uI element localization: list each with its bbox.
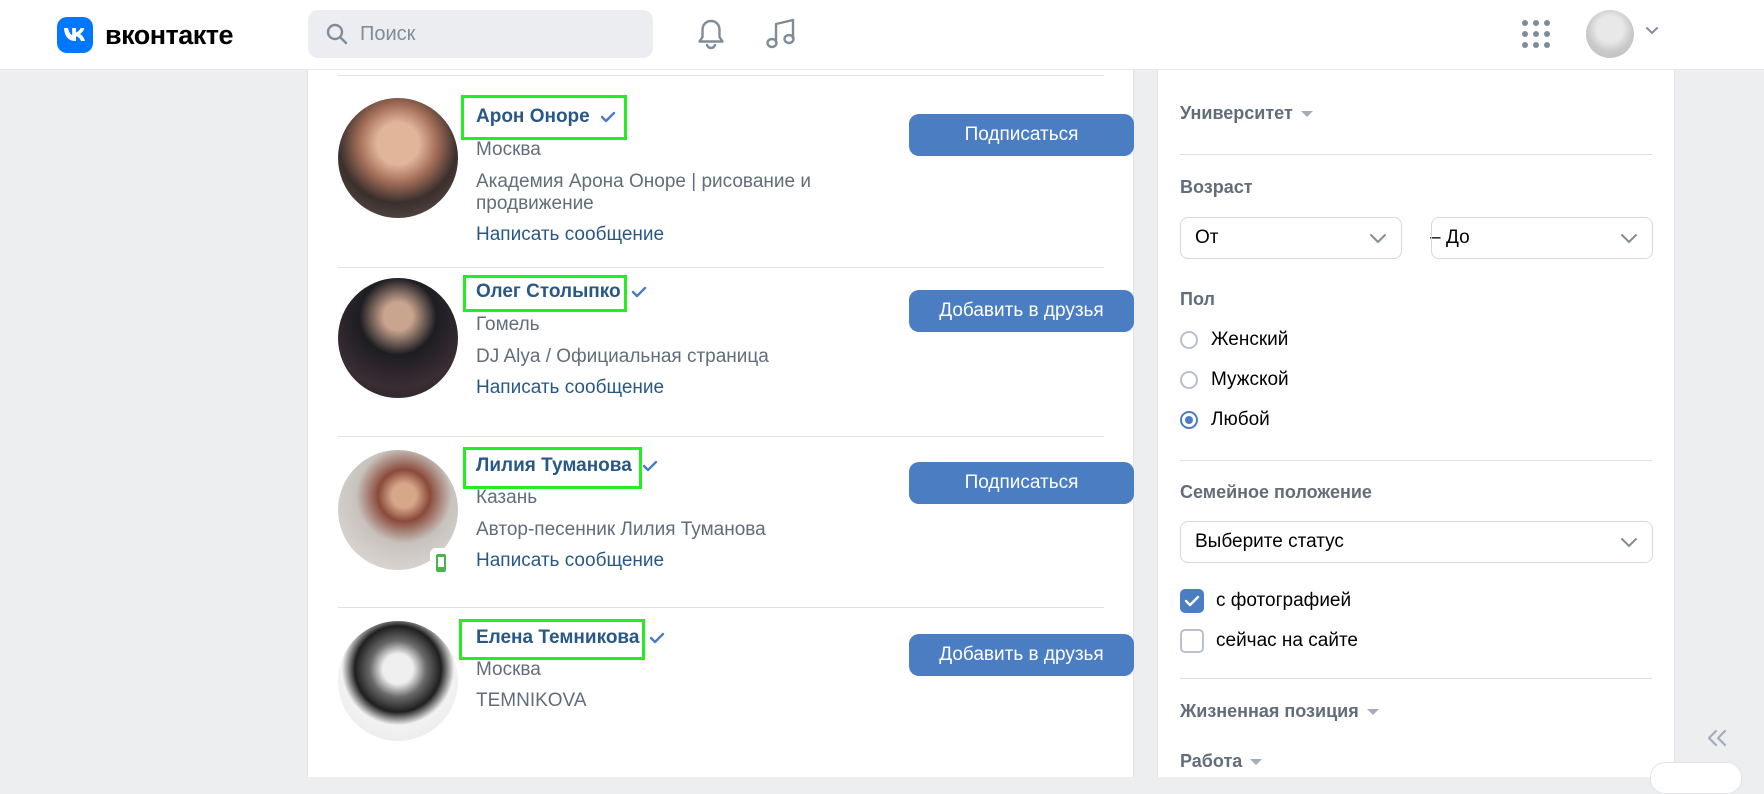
divider <box>338 436 1104 437</box>
person-name[interactable]: Елена Темникова <box>476 627 665 649</box>
age-label: Возраст <box>1180 177 1253 197</box>
family-status-select[interactable]: Выберите статус <box>1180 521 1653 563</box>
music-icon <box>766 18 795 49</box>
person-city: Казань <box>476 487 538 508</box>
user-avatar[interactable] <box>1586 10 1634 58</box>
person-name-text: Елена Темникова <box>476 627 640 648</box>
list-item: Олег Столыпко Гомель DJ Alya / Официальн… <box>338 268 1134 437</box>
avatar[interactable] <box>338 278 458 398</box>
collapse-icon[interactable] <box>1705 728 1729 748</box>
search-input[interactable] <box>358 21 642 47</box>
radio-label: Женский <box>1211 329 1289 350</box>
checkbox-checked[interactable] <box>1180 589 1204 613</box>
send-message-link[interactable]: Написать сообщение <box>476 377 664 399</box>
divider <box>1180 460 1652 461</box>
family-status-label: Семейное положение <box>1180 482 1372 502</box>
subscribe-button[interactable]: Подписаться <box>909 114 1134 156</box>
chevron-down-icon <box>1370 234 1386 244</box>
search-box[interactable] <box>308 10 653 58</box>
sex-option-male[interactable]: Мужской <box>1180 369 1289 391</box>
person-description: TEMNIKOVA <box>476 690 587 711</box>
checkbox-label: с фотографией <box>1216 590 1352 611</box>
person-description: Автор-песенник Лилия Туманова <box>476 519 766 540</box>
sex-option-female[interactable]: Женский <box>1180 329 1288 351</box>
university-filter[interactable]: Университет <box>1180 103 1313 124</box>
people-list: Арон Оноре Москва Академия Арона Оноре |… <box>307 70 1134 777</box>
add-friend-button[interactable]: Добавить в друзья <box>909 290 1134 332</box>
verified-icon <box>631 286 646 298</box>
avatar[interactable] <box>338 98 458 218</box>
sex-label: Пол <box>1180 289 1215 309</box>
chevron-down-icon <box>1621 538 1637 548</box>
check-icon <box>1184 595 1200 607</box>
list-item: Елена Темникова Москва TEMNIKOVA Добавит… <box>338 609 1134 779</box>
chevron-down-icon[interactable] <box>1644 24 1660 36</box>
list-item: Лилия Туманова Казань Автор-песенник Лил… <box>338 438 1134 608</box>
chevron-down-icon <box>1621 234 1637 244</box>
logo-text: вконтакте <box>105 19 234 50</box>
verified-icon <box>650 632 665 644</box>
music-button[interactable] <box>761 14 801 54</box>
verified-icon <box>600 111 615 123</box>
add-friend-button[interactable]: Добавить в друзья <box>909 634 1134 676</box>
vk-logo[interactable]: вконтакте <box>57 17 234 53</box>
radio-button[interactable] <box>1180 331 1198 349</box>
age-to-value: До <box>1446 227 1470 248</box>
age-to-select[interactable]: До <box>1431 217 1653 259</box>
apps-grid-icon <box>1522 20 1550 48</box>
subscribe-button[interactable]: Подписаться <box>909 462 1134 504</box>
person-name[interactable]: Арон Оноре <box>476 106 616 128</box>
age-from-select[interactable]: От <box>1180 217 1402 259</box>
family-status-value: Выберите статус <box>1195 531 1344 552</box>
online-now-checkbox[interactable]: сейчас на сайте <box>1180 629 1358 653</box>
person-name[interactable]: Олег Столыпко <box>476 281 647 303</box>
person-description-cont: продвижение <box>476 193 594 214</box>
person-name-text: Арон Оноре <box>476 106 590 127</box>
radio-label: Мужской <box>1211 369 1289 390</box>
person-name[interactable]: Лилия Туманова <box>476 455 658 477</box>
divider <box>1180 154 1652 155</box>
avatar[interactable] <box>338 621 458 741</box>
person-city: Гомель <box>476 314 540 335</box>
bell-icon <box>698 19 724 50</box>
person-city: Москва <box>476 659 541 680</box>
corner-button[interactable] <box>1650 762 1742 794</box>
send-message-link[interactable]: Написать сообщение <box>476 224 664 246</box>
notifications-button[interactable] <box>691 14 731 54</box>
person-name-text: Лилия Туманова <box>476 455 632 476</box>
radio-label: Любой <box>1211 409 1270 430</box>
work-filter[interactable]: Работа <box>1180 751 1262 772</box>
radio-button[interactable] <box>1180 371 1198 389</box>
search-filters: Университет Возраст От – До Пол Женский … <box>1157 70 1675 777</box>
top-header: вконтакте <box>0 0 1764 70</box>
person-description: Академия Арона Оноре | рисование и <box>476 171 811 192</box>
send-message-link[interactable]: Написать сообщение <box>476 550 664 572</box>
radio-button-selected[interactable] <box>1180 411 1198 429</box>
services-button[interactable] <box>1516 14 1556 54</box>
with-photo-checkbox[interactable]: с фотографией <box>1180 589 1351 613</box>
checkbox-unchecked[interactable] <box>1180 629 1204 653</box>
vk-logo-icon <box>57 17 93 53</box>
sex-option-any[interactable]: Любой <box>1180 409 1270 431</box>
mobile-status <box>430 548 452 578</box>
person-city: Москва <box>476 139 541 160</box>
phone-icon <box>436 554 446 572</box>
search-icon <box>326 23 348 45</box>
age-from-value: От <box>1195 227 1219 248</box>
life-position-filter[interactable]: Жизненная позиция <box>1180 701 1379 722</box>
verified-icon <box>642 460 657 472</box>
person-description: DJ Alya / Официальная страница <box>476 346 769 367</box>
person-name-text: Олег Столыпко <box>476 281 621 302</box>
divider <box>338 607 1104 608</box>
checkbox-label: сейчас на сайте <box>1216 630 1358 651</box>
list-item: Арон Оноре Москва Академия Арона Оноре |… <box>338 76 1134 268</box>
divider <box>1180 678 1652 679</box>
